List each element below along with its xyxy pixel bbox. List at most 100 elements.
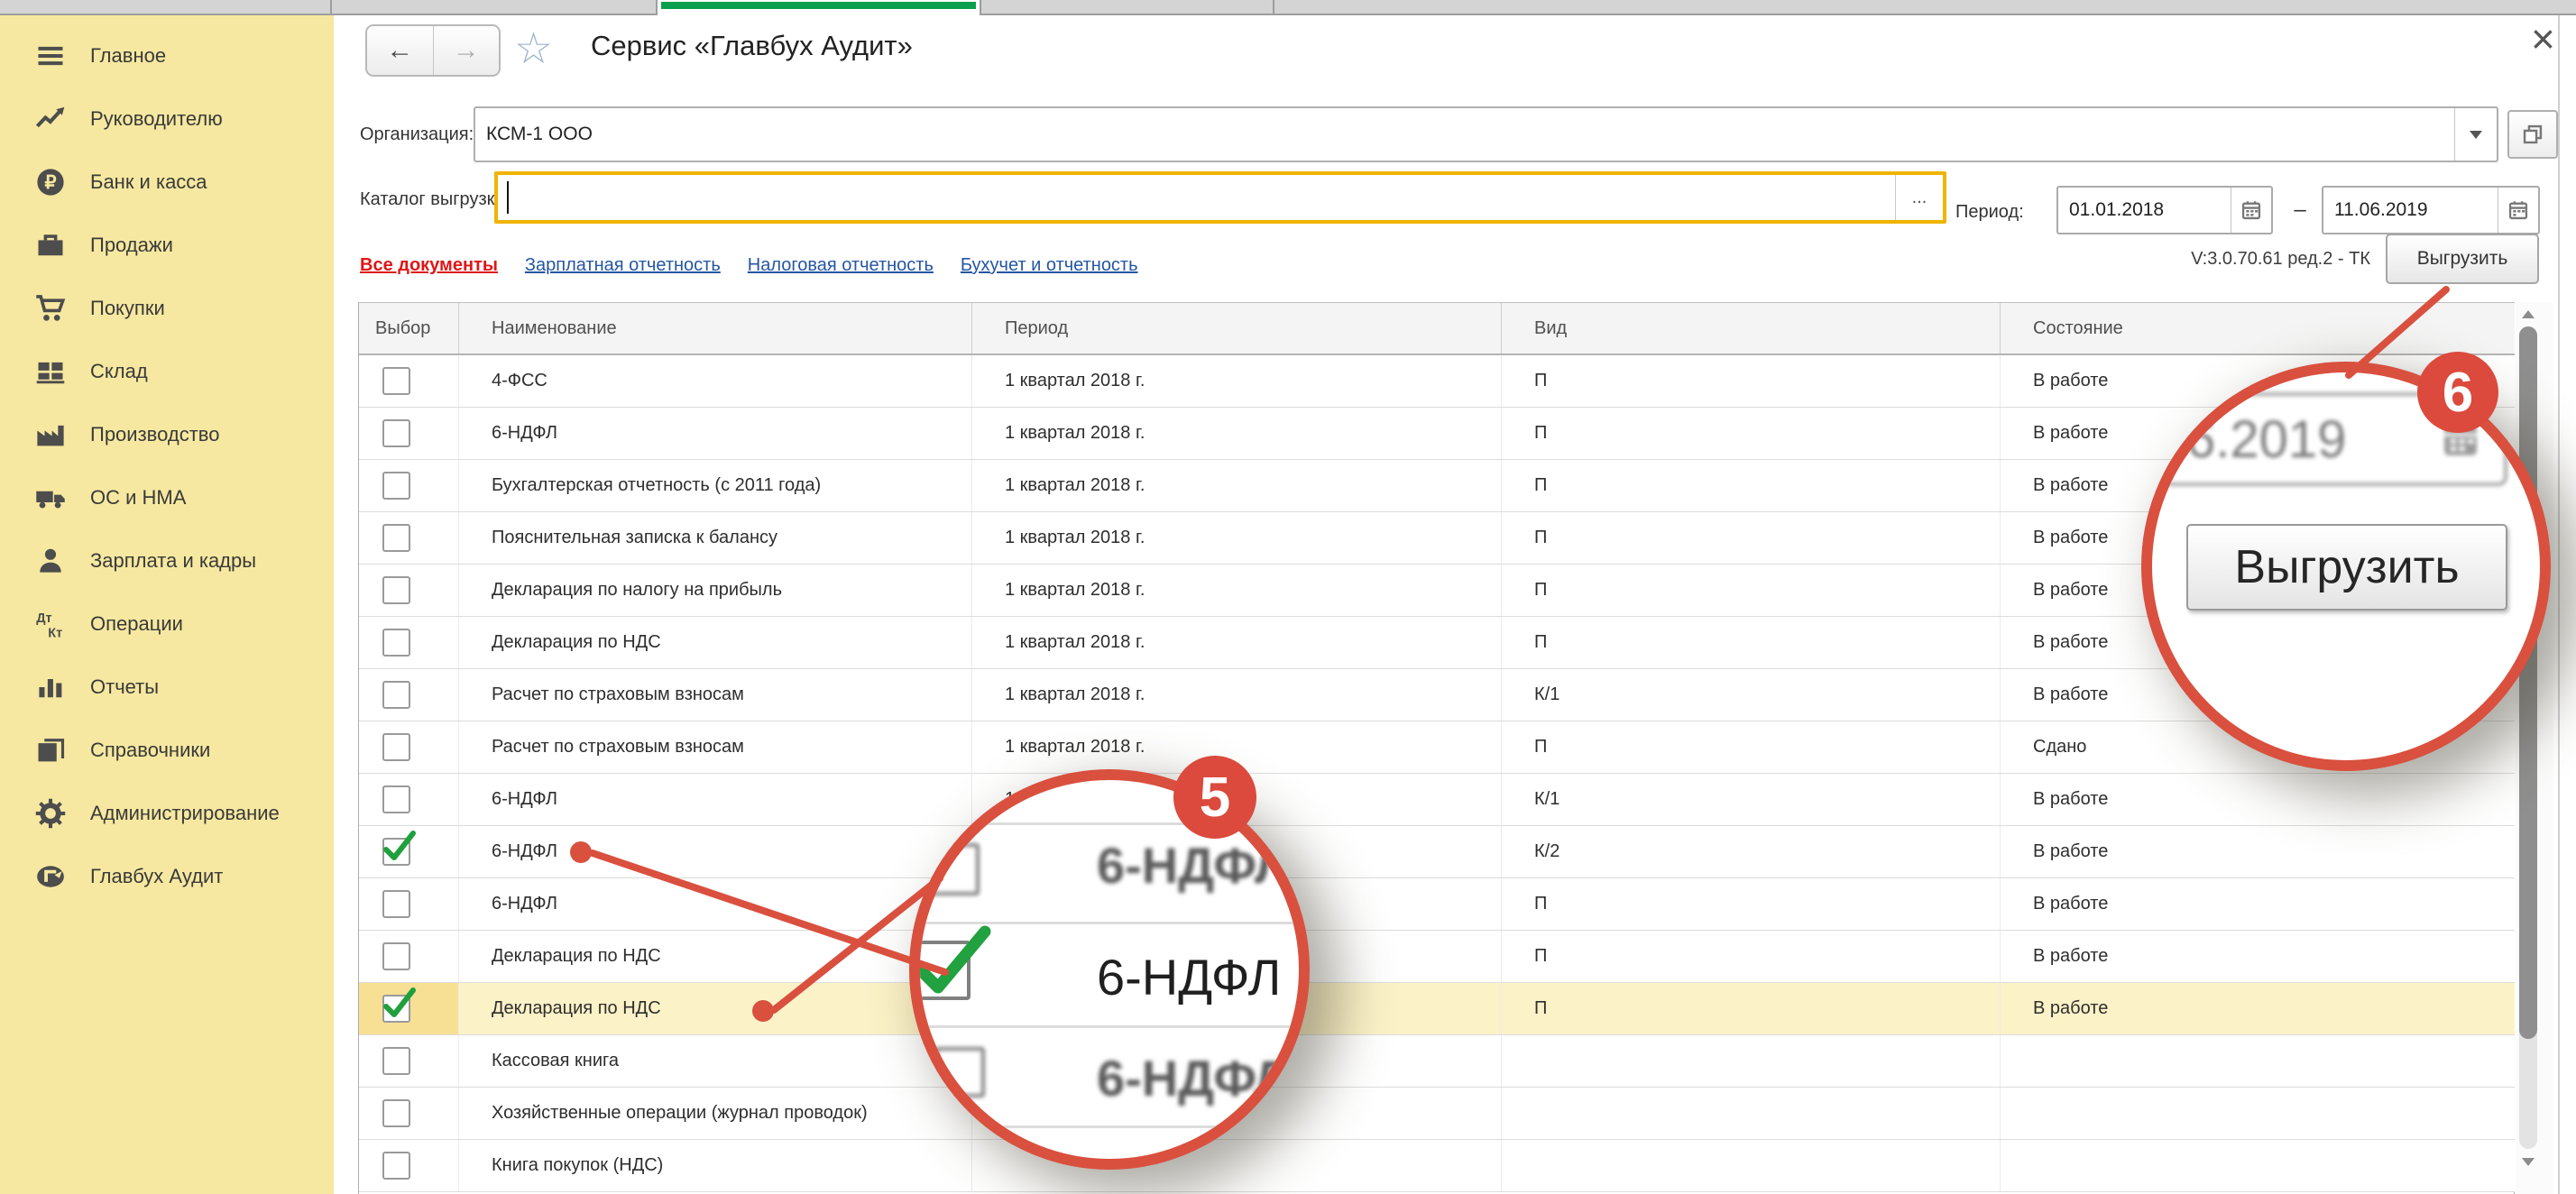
sidebar-item-label: ОС и НМА (90, 486, 186, 510)
column-header-name[interactable]: Наименование (458, 303, 971, 354)
sidebar-item-label: Отчеты (90, 675, 159, 699)
row-checkbox[interactable] (382, 629, 410, 657)
period-from-calendar-button[interactable] (2231, 188, 2271, 233)
favorite-star-icon[interactable]: ☆ (514, 23, 553, 76)
doc-kind: П (1501, 617, 2000, 668)
active-browser-tab[interactable] (656, 0, 981, 15)
organization-dropdown-button[interactable] (2454, 108, 2497, 161)
sidebar-item-sales[interactable]: Продажи (0, 214, 334, 277)
organization-open-list-button[interactable] (2507, 110, 2558, 159)
doc-name: 6-НДФЛ (458, 826, 971, 877)
row-checkbox[interactable] (382, 681, 410, 709)
tab-separator (330, 0, 332, 14)
back-icon: ← (386, 35, 413, 66)
sidebar-item-purchases[interactable]: Покупки (0, 277, 334, 340)
row-checkbox[interactable] (382, 1099, 410, 1127)
row-checkbox[interactable] (382, 367, 410, 395)
bank-icon: ₽ (34, 166, 67, 198)
doc-kind: П (1501, 721, 2000, 773)
row-checkbox[interactable] (382, 524, 410, 552)
forward-button[interactable]: → (434, 26, 500, 75)
table-row[interactable]: Кассовая книга (359, 1035, 2515, 1088)
catalog-label: Каталог выгрузки: (360, 189, 510, 210)
check-icon (909, 919, 994, 1006)
sidebar-item-directories[interactable]: Справочники (0, 719, 334, 782)
page-title: Сервис «Главбух Аудит» (591, 30, 913, 62)
period-to-calendar-button[interactable] (2498, 188, 2538, 233)
back-button[interactable]: ← (367, 26, 434, 75)
sidebar-item-administration[interactable]: Администрирование (0, 782, 334, 845)
sidebar-item-reports[interactable]: Отчеты (0, 656, 334, 719)
calendar-icon (2507, 198, 2530, 222)
doc-status: В работе (2000, 878, 2515, 930)
column-header-period[interactable]: Период (971, 303, 1501, 354)
doc-kind: П (1501, 512, 2000, 564)
doc-period: 1 квартал 2018 г. (971, 617, 1501, 668)
doc-name: Книга покупок (НДС) (458, 1140, 971, 1191)
table-row[interactable]: 6-НДФЛ1 квартал 2018 г.К/1В работе (359, 774, 2515, 826)
table-row[interactable]: Хозяйственные операции (журнал проводок) (359, 1088, 2515, 1140)
table-row[interactable]: Книга покупок (НДС) (359, 1140, 2515, 1192)
filter-accounting-reporting[interactable]: Бухучет и отчетность (961, 255, 1138, 276)
doc-name: 6-НДФЛ (458, 774, 971, 825)
sidebar-item-glavbukh-audit[interactable]: Главбух Аудит (0, 845, 334, 908)
gear-icon (34, 797, 67, 830)
scroll-up-icon[interactable] (2522, 310, 2535, 318)
sidebar-item-production[interactable]: Производство (0, 403, 334, 466)
row-checkbox[interactable] (382, 995, 410, 1023)
period-from-field[interactable]: 01.01.2018 (2056, 186, 2273, 234)
row-checkbox[interactable] (382, 838, 410, 866)
table-row[interactable]: 6-НДФЛПВ работе (359, 878, 2515, 931)
table-row[interactable]: 6-НДФЛК/2В работе (359, 826, 2515, 878)
sidebar-item-fixed-assets[interactable]: ОС и НМА (0, 466, 334, 529)
sidebar-item-bank[interactable]: ₽ Банк и касса (0, 151, 334, 214)
callout-badge-6: 6 (2417, 352, 2498, 433)
scroll-down-icon[interactable] (2522, 1158, 2535, 1166)
row-checkbox[interactable] (382, 576, 410, 604)
doc-period: 1 квартал 2018 г. (971, 669, 1501, 721)
sidebar-item-operations[interactable]: ДтКт Операции (0, 592, 334, 656)
table-row[interactable]: Декларация по НДСПВ работе (359, 931, 2515, 983)
filter-links: Все документы Зарплатная отчетность Нало… (360, 255, 1138, 276)
doc-kind (1501, 1035, 2000, 1087)
column-header-kind[interactable]: Вид (1501, 303, 2000, 354)
catalog-input[interactable]: ... (494, 171, 1946, 224)
catalog-browse-button[interactable]: ... (1896, 188, 1943, 208)
sidebar-item-main[interactable]: Главное (0, 24, 334, 87)
sidebar-item-manager[interactable]: Руководителю (0, 87, 334, 151)
sidebar: Главное Руководителю ₽ Банк и касса Прод… (0, 15, 334, 1194)
row-checkbox[interactable] (382, 890, 410, 918)
close-icon[interactable]: × (2531, 18, 2555, 60)
doc-status: В работе (2000, 774, 2515, 825)
magnified-date-fragment: 6.2019 (2167, 409, 2437, 470)
upload-button[interactable]: Выгрузить (2386, 234, 2539, 284)
row-checkbox[interactable] (382, 419, 410, 447)
period-to-value: 11.06.2019 (2323, 199, 2498, 221)
table-row[interactable]: Декларация по НДСПВ работе (359, 983, 2515, 1035)
row-checkbox[interactable] (382, 785, 410, 813)
sidebar-item-label: Покупки (90, 297, 165, 320)
forward-icon: → (453, 35, 480, 66)
period-to-field[interactable]: 11.06.2019 (2322, 186, 2540, 234)
doc-period: 1 квартал 2018 г. (971, 565, 1501, 616)
warehouse-icon (34, 355, 67, 388)
filter-tax-reporting[interactable]: Налоговая отчетность (748, 255, 934, 276)
doc-period: 1 квартал 2018 г. (971, 355, 1501, 407)
row-checkbox[interactable] (382, 942, 410, 970)
doc-name: Хозяйственные операции (журнал проводок) (458, 1088, 971, 1139)
sidebar-item-salary[interactable]: Зарплата и кадры (0, 529, 334, 592)
sidebar-item-warehouse[interactable]: Склад (0, 340, 334, 403)
organization-field[interactable]: КСМ-1 ООО (474, 106, 2498, 162)
row-checkbox[interactable] (382, 733, 410, 761)
badge-number: 5 (1200, 766, 1230, 830)
magnified-row-divider (920, 1025, 1299, 1028)
column-header-status[interactable]: Состояние (2000, 303, 2515, 354)
filter-salary-reporting[interactable]: Зарплатная отчетность (525, 255, 721, 276)
row-checkbox[interactable] (382, 1047, 410, 1075)
column-header-select[interactable]: Выбор (359, 303, 458, 354)
doc-kind: П (1501, 565, 2000, 616)
filter-all-documents[interactable]: Все документы (360, 255, 498, 276)
row-checkbox[interactable] (382, 1152, 410, 1180)
row-checkbox[interactable] (382, 472, 410, 500)
magnified-upload-label: Выгрузить (2234, 540, 2459, 594)
